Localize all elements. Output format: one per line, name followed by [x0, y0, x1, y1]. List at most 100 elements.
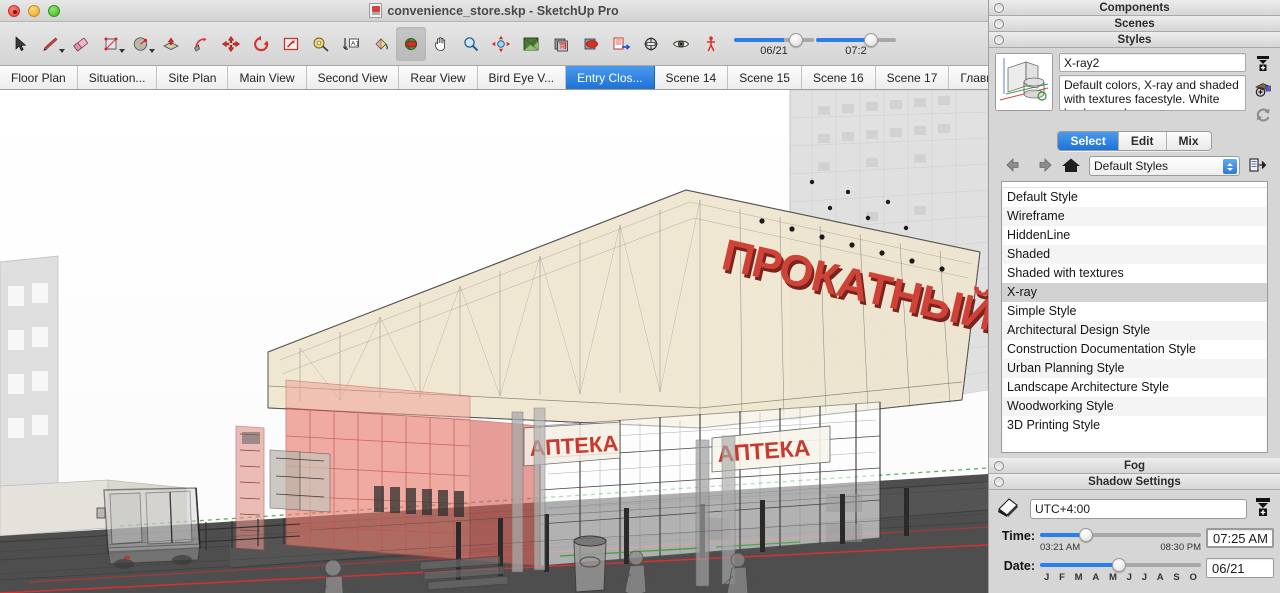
details-flyout-icon[interactable] — [1248, 157, 1267, 176]
date-value-field[interactable]: 06/21 — [1206, 558, 1274, 578]
paint-bucket-tool[interactable] — [366, 27, 396, 61]
style-description-field[interactable]: Default colors, X-ray and shaded with te… — [1059, 75, 1246, 111]
scene-tab-site-plan[interactable]: Site Plan — [157, 66, 229, 89]
date-slider-knob[interactable] — [1112, 558, 1127, 572]
look-around-tool[interactable] — [666, 27, 696, 61]
move-tool[interactable] — [216, 27, 246, 61]
style-list-item-architectural-design-style[interactable]: Architectural Design Style — [1002, 321, 1267, 340]
scene-tab-rear-view[interactable]: Rear View — [399, 66, 478, 89]
scene-tab-scene-16[interactable]: Scene 16 — [801, 66, 876, 89]
section-plane-tool[interactable] — [636, 27, 666, 61]
month-tick: A — [1092, 572, 1100, 583]
eraser-tool[interactable] — [66, 27, 96, 61]
offset-tool[interactable] — [276, 27, 306, 61]
shapes-tool[interactable] — [96, 27, 126, 61]
zoom-extents-tool[interactable] — [486, 27, 516, 61]
toolbar-time-label: 07:2 — [845, 44, 867, 57]
time-value-field[interactable]: 07:25 AM — [1206, 528, 1274, 548]
scene-tab-entry-close[interactable]: Entry Clos... — [566, 66, 655, 89]
toolbar-time-slider[interactable]: 07:2 — [816, 29, 896, 59]
month-tick: J — [1141, 572, 1148, 583]
chevron-down-icon[interactable] — [59, 48, 65, 53]
tab-select[interactable]: Select — [1058, 132, 1119, 150]
tray-title-styles: Styles — [1117, 33, 1152, 46]
timezone-dropdown[interactable]: UTC+4:00 — [1030, 498, 1247, 519]
time-slider-knob[interactable] — [1078, 528, 1093, 542]
refresh-style-icon[interactable] — [1254, 106, 1272, 127]
next-view-tool[interactable] — [576, 27, 606, 61]
show-shadows-icon[interactable] — [1252, 496, 1274, 521]
previous-view-tool[interactable]: R — [546, 27, 576, 61]
dimension-tool[interactable]: A1 — [336, 27, 366, 61]
style-list-item-default-style[interactable]: Default Style — [1002, 188, 1267, 207]
style-list-item-woodworking-style[interactable]: Woodworking Style — [1002, 397, 1267, 416]
zoom-tool[interactable] — [456, 27, 486, 61]
export-tool[interactable] — [606, 27, 636, 61]
style-list-item-construction-documentation-style[interactable]: Construction Documentation Style — [1002, 340, 1267, 359]
time-slider[interactable]: 03:21 AM 08:30 PM — [1040, 528, 1201, 554]
tab-mix[interactable]: Mix — [1166, 132, 1211, 150]
scene-tab-bird-eye-view[interactable]: Bird Eye V... — [477, 66, 567, 89]
model-viewport[interactable]: ПРОКАТНЫЙ ПРОКАТНЫЙ АПТЕКА АПТЕКА — [0, 90, 988, 593]
pushpull-tool[interactable] — [156, 27, 186, 61]
arc-tool[interactable] — [126, 27, 156, 61]
tray-disclosure-styles-icon[interactable] — [994, 34, 1004, 45]
scene-tab-situation[interactable]: Situation... — [77, 66, 158, 89]
orbit-tool[interactable] — [396, 26, 426, 61]
arrow-left-icon[interactable] — [1005, 157, 1025, 176]
tray-disclosure-scenes-icon[interactable] — [994, 18, 1004, 29]
style-library-dropdown[interactable]: Default Styles — [1089, 156, 1240, 176]
tape-measure-tool[interactable] — [306, 27, 336, 61]
tray-header-fog[interactable]: Fog — [989, 458, 1280, 474]
style-name-field[interactable]: X-ray2 — [1059, 53, 1246, 72]
style-side-toolbar — [1252, 53, 1274, 127]
toolbar-date-slider[interactable]: 06/21 — [734, 29, 814, 59]
followme-tool[interactable] — [186, 27, 216, 61]
shadow-date-row: Date: J F M A M J J A S O 06/21 — [995, 558, 1274, 584]
pan-tool[interactable] — [426, 27, 456, 61]
chevron-down-icon[interactable] — [149, 48, 155, 53]
update-style-icon[interactable] — [1254, 80, 1272, 101]
style-list-item-shaded[interactable]: Shaded — [1002, 245, 1267, 264]
scene-tab-main-view[interactable]: Main View — [228, 66, 307, 89]
style-list[interactable]: Default Style Wireframe HiddenLine Shade… — [1001, 181, 1268, 453]
tray-disclosure-fog-icon[interactable] — [994, 460, 1004, 471]
line-tool[interactable] — [36, 27, 66, 61]
style-list-item-shaded-with-textures[interactable]: Shaded with textures — [1002, 264, 1267, 283]
style-list-item-3d-printing-style[interactable]: 3D Printing Style — [1002, 416, 1267, 435]
time-slider-track[interactable] — [1040, 533, 1201, 537]
chevron-down-icon[interactable] — [119, 48, 125, 53]
arrow-right-icon[interactable] — [1033, 157, 1053, 176]
date-slider[interactable]: J F M A M J J A S O — [1040, 558, 1201, 584]
tray-header-shadow-settings[interactable]: Shadow Settings — [989, 474, 1280, 490]
style-list-item-urban-planning-style[interactable]: Urban Planning Style — [1002, 359, 1267, 378]
tray-disclosure-components-icon[interactable] — [994, 2, 1004, 13]
rotate-tool[interactable] — [246, 27, 276, 61]
style-list-item-xray[interactable]: X-ray — [1002, 283, 1267, 302]
tray-header-components[interactable]: Components — [989, 0, 1280, 16]
home-icon[interactable] — [1061, 157, 1081, 176]
tray-disclosure-shadow-icon[interactable] — [994, 476, 1004, 487]
scene-tab-scene-14[interactable]: Scene 14 — [654, 66, 729, 89]
scene-tab-floor-plan[interactable]: Floor Plan — [0, 66, 78, 89]
tab-edit[interactable]: Edit — [1118, 132, 1167, 150]
style-list-item-landscape-architecture-style[interactable]: Landscape Architecture Style — [1002, 378, 1267, 397]
scene-tab-scene-17[interactable]: Scene 17 — [875, 66, 950, 89]
create-style-icon[interactable] — [1254, 54, 1272, 75]
walk-tool[interactable] — [696, 27, 726, 61]
toolbar-time-slider-track[interactable] — [816, 37, 896, 42]
style-preview-thumbnail[interactable] — [995, 53, 1053, 111]
scene-tab-second-view[interactable]: Second View — [306, 66, 400, 89]
model-render: ПРОКАТНЫЙ ПРОКАТНЫЙ АПТЕКА АПТЕКА — [0, 90, 988, 593]
style-list-item-simple-style[interactable]: Simple Style — [1002, 302, 1267, 321]
scene-tab-scene-15[interactable]: Scene 15 — [728, 66, 802, 89]
toolbar-date-label: 06/21 — [760, 44, 788, 57]
select-tool[interactable] — [6, 27, 36, 61]
tray-header-scenes[interactable]: Scenes — [989, 16, 1280, 32]
shadow-settings-body: UTC+4:00 Time: 03:21 AM 08:30 PM 07:25 A… — [989, 490, 1280, 593]
position-camera-tool[interactable] — [516, 27, 546, 61]
tray-header-styles[interactable]: Styles — [989, 32, 1280, 48]
style-list-item-wireframe[interactable]: Wireframe — [1002, 207, 1267, 226]
dropdown-stepper-icon[interactable] — [1223, 159, 1237, 174]
style-list-item-hiddenline[interactable]: HiddenLine — [1002, 226, 1267, 245]
